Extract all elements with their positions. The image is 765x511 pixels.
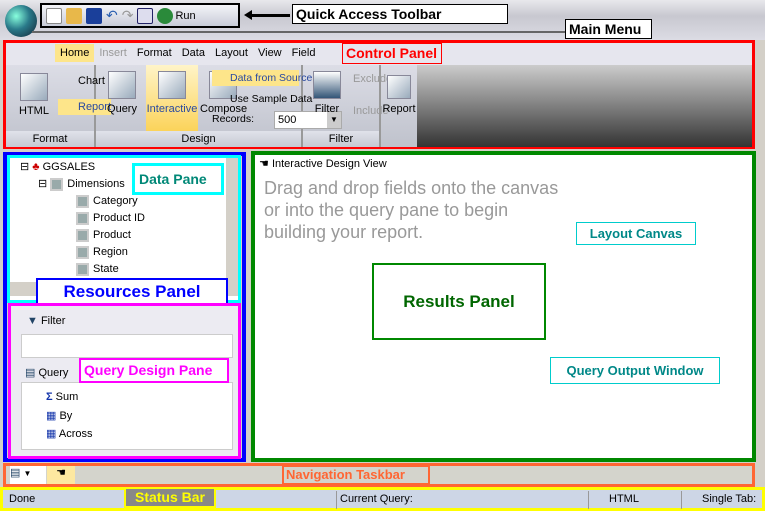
group-label-design: Design [96,131,301,147]
query-item-by[interactable]: ▦ By [46,409,72,422]
label-results-panel: Results Panel [372,263,546,340]
report-icon [387,75,411,99]
query-section-header: ▤ Query [25,367,69,379]
label-status-bar: Status Bar [124,487,216,508]
view-switch-button[interactable]: ▤ ▼ [10,466,46,484]
quick-access-toolbar: ↶ ↷ Run [40,3,240,28]
preview-icon[interactable] [137,7,154,24]
label-quick-access-toolbar: Quick Access Toolbar [292,4,508,24]
tree-item[interactable]: Product [76,227,131,244]
query-box[interactable]: Σ Sum ▦ By ▦ Across [21,382,233,450]
query-icon [108,71,136,99]
new-icon[interactable] [46,7,62,24]
menu-tabs: Home Insert Format Data Layout View Fiel… [55,44,320,62]
status-format: HTML [588,491,639,509]
label-data-pane: Data Pane [132,163,224,195]
tree-item[interactable]: Region [76,244,128,261]
query-icon: ▤ [25,367,36,379]
tab-home[interactable]: Home [55,44,95,62]
label-layout-canvas: Layout Canvas [576,222,696,245]
open-icon[interactable] [66,7,82,24]
filter-section-header: ▼ Filter [27,315,66,327]
field-icon [76,262,89,276]
interactive-icon: ☚ [259,158,269,170]
status-done: Done [9,493,36,505]
undo-icon[interactable]: ↶ [106,7,118,24]
label-query-output-window: Query Output Window [550,357,720,384]
tree-root[interactable]: ⊟ ♣ GGSALES [20,159,95,176]
tree-item[interactable]: State [76,261,119,278]
main-menu-line [32,31,565,33]
data-from-source-button[interactable]: Data from Source [212,70,312,86]
grid-icon: ▦ [46,428,57,440]
interactive-button[interactable]: Interactive [146,65,198,131]
group-label-format: Format [6,131,94,147]
run-button[interactable]: Run [157,7,196,24]
field-icon [76,228,89,242]
query-button[interactable]: Query [102,71,142,115]
interactive-icon: ☚ [56,467,66,479]
report-button[interactable]: Report [379,75,419,115]
status-tab: Single Tab: [681,491,756,509]
tab-insert[interactable]: Insert [94,44,132,62]
filter-icon [313,71,341,99]
field-icon [76,211,89,225]
arrow-line [250,14,290,17]
use-sample-data-button[interactable]: Use Sample Data [212,93,312,105]
query-item-across[interactable]: ▦ Across [46,427,92,440]
sum-icon: Σ [46,391,53,403]
html-button[interactable]: HTML [14,73,54,117]
group-format: HTML Chart Report Format [6,65,112,147]
group-filter: Filter Exclude Include Filter [303,65,392,147]
status-current-query: Current Query: [336,491,413,509]
html-icon [20,73,48,101]
tree-item[interactable]: Product ID [76,210,145,227]
field-icon [76,194,89,208]
interactive-tab-button[interactable]: ☚ [47,466,75,484]
grid-icon: ▦ [46,410,57,422]
group-label-filter: Filter [303,131,379,147]
arrow-head [244,10,252,20]
query-item-sum[interactable]: Σ Sum [46,391,78,403]
tab-view[interactable]: View [253,44,287,62]
filter-icon: ▼ [27,315,38,327]
window-icon: ▤ [10,467,21,479]
tab-field[interactable]: Field [287,44,321,62]
chevron-down-icon: ▼ [23,469,32,478]
field-icon [76,245,89,259]
filter-box[interactable] [21,334,233,358]
tree-dimensions[interactable]: ⊟ Dimensions [38,176,125,193]
tab-data[interactable]: Data [177,44,210,62]
ribbon-empty-area [417,65,752,147]
records-label: Records: [212,113,255,125]
save-icon[interactable] [86,7,102,24]
view-title: ☚ Interactive Design View [259,158,387,170]
dimensions-icon [50,177,64,191]
tree-item[interactable]: Category [76,193,138,210]
label-navigation-taskbar: Navigation Taskbar [282,465,430,485]
tab-layout[interactable]: Layout [210,44,253,62]
label-control-panel: Control Panel [342,43,442,64]
label-main-menu: Main Menu [565,19,652,39]
status-bar: Done Current Query: HTML Single Tab: [0,487,765,511]
label-query-design-pane: Query Design Pane [79,358,229,383]
interactive-icon [158,71,186,99]
run-icon [157,7,174,24]
canvas-hint: Drag and drop fields onto the canvas or … [264,178,559,242]
vertical-scrollbar[interactable] [226,158,238,282]
tab-format[interactable]: Format [132,44,177,62]
redo-icon[interactable]: ↷ [122,7,134,24]
group-report: Report [381,65,417,147]
label-resources-panel: Resources Panel [36,278,228,306]
group-design: Query Interactive Compose Data from Sour… [96,65,342,147]
